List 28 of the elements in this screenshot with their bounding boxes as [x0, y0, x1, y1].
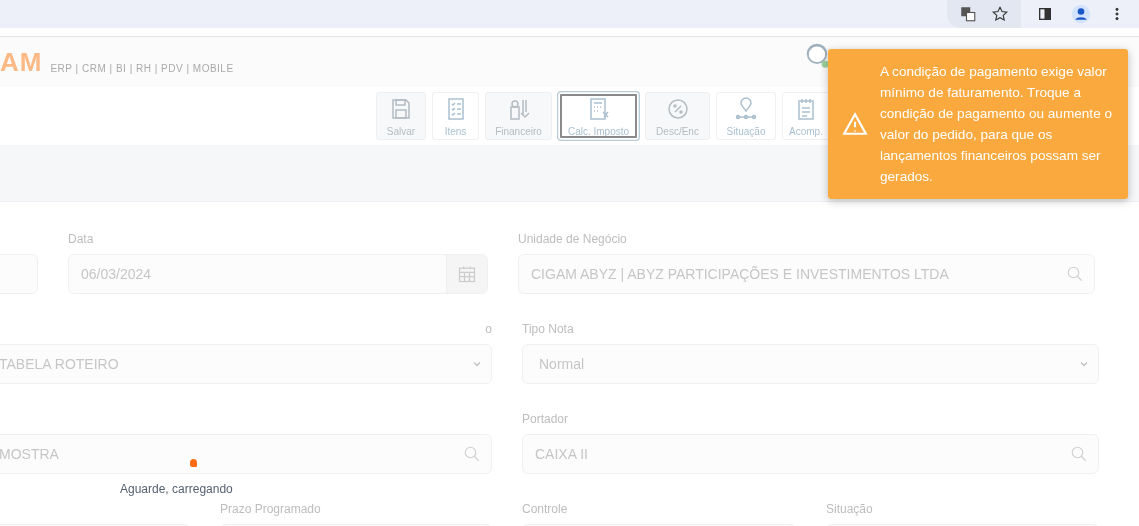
field-label: Unidade de Negócio	[518, 232, 628, 246]
toolbar-button[interactable]: Calc. Imposto	[558, 92, 639, 140]
toolbar-button[interactable]: Situação	[716, 92, 776, 140]
field-label: Situação	[826, 502, 874, 516]
spinner	[190, 459, 197, 467]
field-label: Controle	[522, 502, 569, 516]
search-icon	[1066, 265, 1084, 283]
location-pin-icon	[734, 97, 758, 121]
field-label: Prazo Programado	[220, 502, 322, 516]
percent-icon	[665, 97, 690, 121]
profile-icon	[1071, 4, 1091, 24]
field-label: o	[484, 322, 492, 336]
field-label: Portador	[522, 412, 570, 426]
search-icon	[1070, 445, 1088, 463]
toolbar-button[interactable]: Itens	[432, 92, 479, 140]
search-icon	[463, 445, 481, 463]
toast-message: A condição de pagamento exige valor mínimo de faturamento. Troque a condição de pagamento ou aumente o valor do pedido, para que os lançamentos financeiros possam ser gerados.	[880, 63, 1114, 186]
logo: AM	[0, 46, 43, 78]
star-icon	[991, 5, 1009, 23]
field-label: Data	[68, 232, 95, 246]
translate-icon	[959, 5, 977, 23]
toolbar-button[interactable]: Acomp.	[782, 92, 830, 140]
tagline: ERP | CRM | BI | RH | PDV | MOBILE	[50, 62, 234, 74]
loading-text: Aguarde, carregando	[120, 482, 233, 496]
calendar-icon	[457, 264, 477, 284]
warning-icon	[842, 111, 868, 137]
side-panel-icon	[1037, 6, 1053, 22]
field-label: Tipo Nota	[522, 322, 575, 336]
